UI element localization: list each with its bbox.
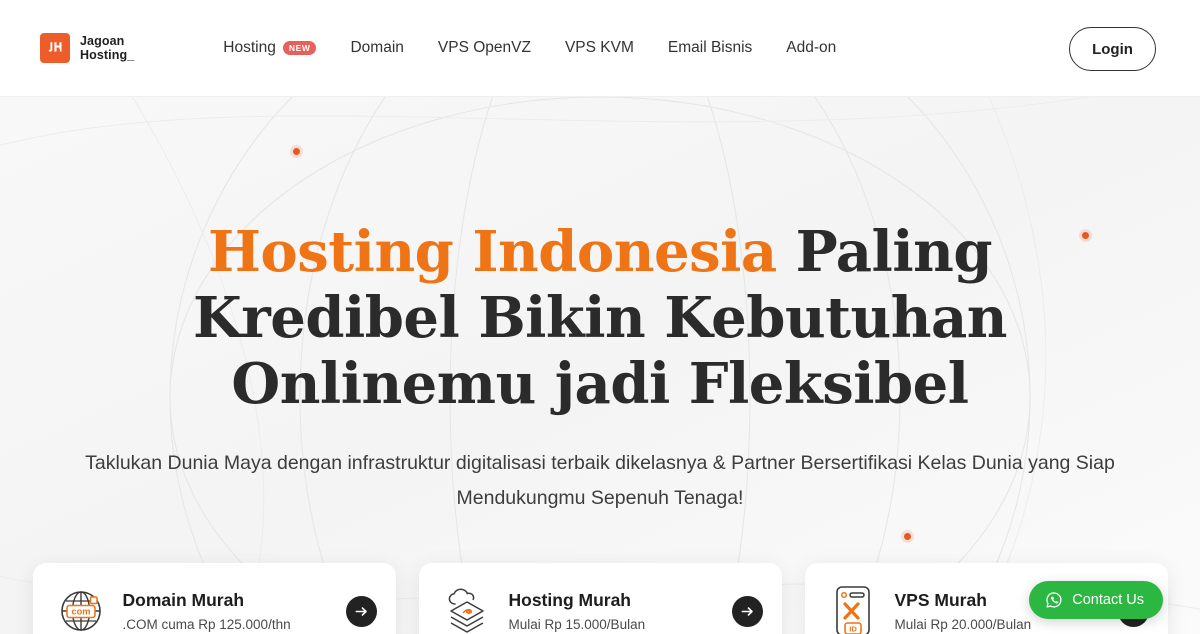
product-card-domain[interactable]: com Domain Murah .COM cuma Rp 125.000/th… bbox=[32, 563, 396, 634]
contact-us-button[interactable]: Contact Us bbox=[1029, 581, 1163, 619]
svg-text:ID: ID bbox=[849, 625, 857, 634]
nav-item-add-on[interactable]: Add-on bbox=[769, 29, 853, 67]
nav-label: VPS OpenVZ bbox=[437, 39, 531, 56]
card-subtitle: .COM cuma Rp 125.000/thn bbox=[122, 616, 291, 632]
page-root: Jagoan Hosting_ Hosting NEW Domain VPS O… bbox=[0, 0, 1200, 634]
nav-item-vps-kvm[interactable]: VPS KVM bbox=[548, 29, 651, 67]
page-title: Hosting Indonesia Paling Kredibel Bikin … bbox=[190, 219, 1010, 417]
nav-label: Add-on bbox=[786, 39, 837, 56]
arrow-right-icon[interactable] bbox=[345, 595, 377, 627]
card-subtitle: Mulai Rp 15.000/Bulan bbox=[508, 616, 646, 632]
brand-line-1: Jagoan bbox=[80, 34, 125, 48]
contact-us-label: Contact Us bbox=[1072, 592, 1144, 608]
decor-dot-3 bbox=[901, 530, 914, 543]
vps-server-icon: ID bbox=[827, 585, 879, 634]
card-title: Domain Murah bbox=[122, 589, 245, 610]
nav-badge-new: NEW bbox=[282, 41, 317, 55]
brand-wordmark: Jagoan Hosting_ bbox=[80, 34, 134, 62]
card-title: Hosting Murah bbox=[508, 589, 632, 610]
whatsapp-icon bbox=[1045, 591, 1063, 609]
brand-line-2: Hosting_ bbox=[80, 48, 135, 62]
main-navigation: Hosting NEW Domain VPS OpenVZ VPS KVM Em… bbox=[206, 29, 853, 67]
site-header: Jagoan Hosting_ Hosting NEW Domain VPS O… bbox=[0, 0, 1200, 97]
brand-logo[interactable]: Jagoan Hosting_ bbox=[40, 33, 134, 63]
hero-content: Hosting Indonesia Paling Kredibel Bikin … bbox=[0, 97, 1200, 516]
nav-label: Domain bbox=[350, 39, 404, 56]
login-button[interactable]: Login bbox=[1069, 27, 1156, 71]
nav-item-vps-openvz[interactable]: VPS OpenVZ bbox=[421, 29, 548, 67]
product-card-list: com Domain Murah .COM cuma Rp 125.000/th… bbox=[0, 563, 1200, 634]
nav-label: VPS KVM bbox=[564, 39, 634, 56]
product-card-hosting[interactable]: Hosting Murah Mulai Rp 15.000/Bulan bbox=[418, 563, 782, 634]
globe-com-icon: com bbox=[55, 585, 107, 634]
hero-subtitle: Taklukan Dunia Maya dengan infrastruktur… bbox=[85, 452, 1115, 509]
jagoan-hosting-logo-icon bbox=[40, 33, 70, 63]
nav-item-hosting[interactable]: Hosting NEW bbox=[206, 29, 333, 67]
svg-text:com: com bbox=[71, 606, 90, 616]
card-text-block: Hosting Murah Mulai Rp 15.000/Bulan bbox=[509, 589, 732, 634]
arrow-right-icon[interactable] bbox=[731, 595, 763, 627]
nav-label: Hosting bbox=[223, 39, 276, 56]
nav-label: Email Bisnis bbox=[667, 39, 753, 56]
card-text-block: Domain Murah .COM cuma Rp 125.000/thn bbox=[123, 589, 346, 634]
hero-section: Hosting Indonesia Paling Kredibel Bikin … bbox=[0, 97, 1200, 634]
headline-accent-text: Hosting Indonesia bbox=[208, 219, 777, 285]
nav-item-domain[interactable]: Domain bbox=[333, 29, 420, 67]
cloud-hosting-icon bbox=[441, 585, 493, 634]
nav-item-email-bisnis[interactable]: Email Bisnis bbox=[651, 29, 769, 67]
